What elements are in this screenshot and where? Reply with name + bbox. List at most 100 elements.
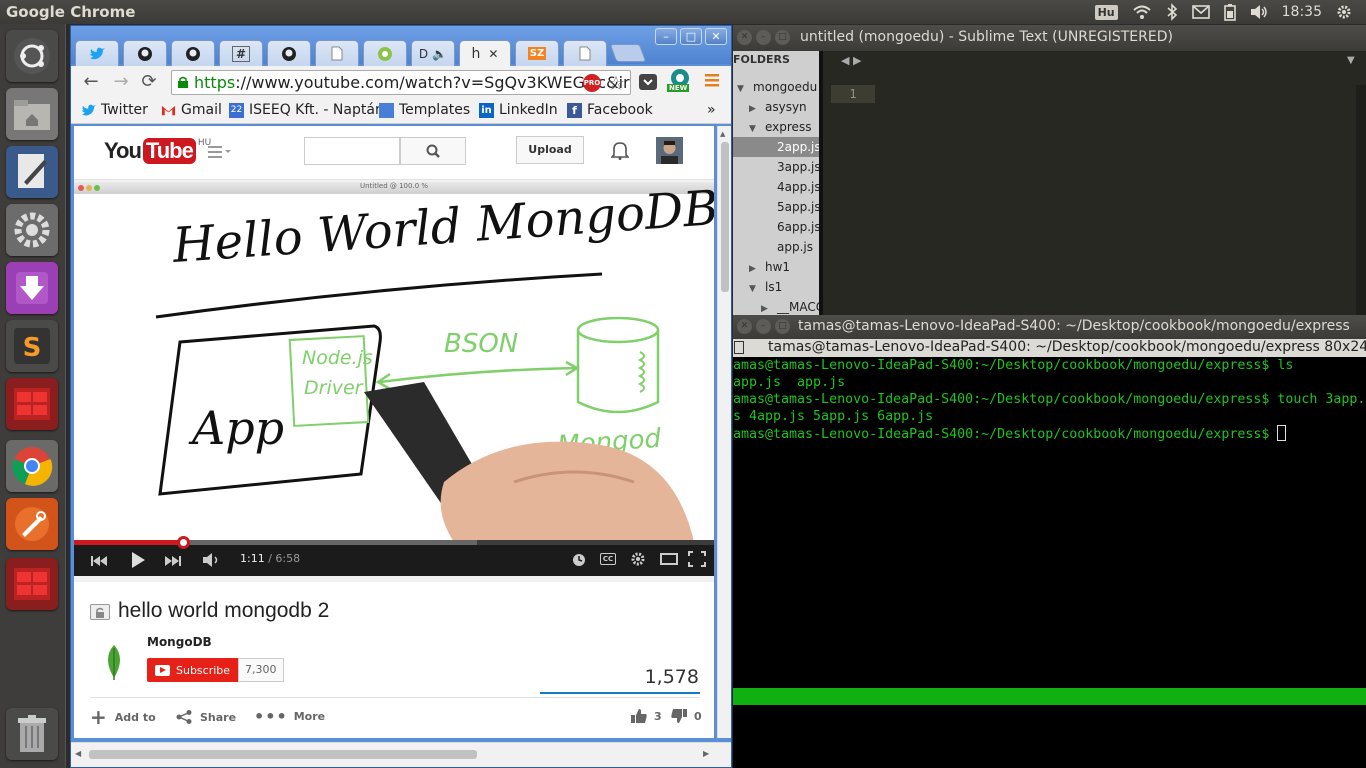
- tab-nav-arrows-icon[interactable]: ◀ ▶: [841, 54, 861, 67]
- chrome-icon[interactable]: [6, 440, 58, 492]
- new-tab-button[interactable]: [609, 44, 647, 62]
- search-button[interactable]: [400, 137, 466, 165]
- add-to-button[interactable]: + Add to: [90, 707, 156, 727]
- subscribe-button[interactable]: Subscribe: [147, 658, 239, 682]
- settings-gear-icon[interactable]: [630, 551, 646, 571]
- channel-name[interactable]: MongoDB: [147, 635, 212, 649]
- watch-later-icon[interactable]: [572, 552, 586, 571]
- next-icon[interactable]: [164, 553, 182, 572]
- tree-item[interactable]: ▶ asysyn: [733, 97, 819, 117]
- pocket-icon[interactable]: [639, 74, 657, 90]
- volume-icon[interactable]: [202, 552, 222, 572]
- theater-mode-icon[interactable]: [660, 553, 678, 565]
- keyboard-layout-indicator[interactable]: Hu: [1094, 4, 1118, 20]
- upload-button[interactable]: Upload: [516, 136, 584, 164]
- ubuntu-dash-icon[interactable]: [6, 30, 58, 82]
- scroll-left-arrow[interactable]: ◀: [75, 749, 81, 758]
- inkscape-icon[interactable]: [6, 498, 58, 550]
- address-bar[interactable]: https://www.youtube.com/watch?v=SgQv3KWE…: [171, 70, 631, 95]
- terminal-icon[interactable]: [6, 378, 58, 430]
- tree-item[interactable]: app.js: [733, 237, 819, 257]
- bookmark-linkedin[interactable]: in LinkedIn: [479, 102, 558, 118]
- tree-item[interactable]: ▶ __MACO: [733, 297, 825, 317]
- guide-menu-icon[interactable]: [208, 144, 234, 163]
- tree-item[interactable]: ▶ hw1: [733, 257, 819, 277]
- files-icon[interactable]: [6, 88, 58, 140]
- video-player[interactable]: Untitled @ 100.0 % Hello World MongoDB A…: [74, 182, 714, 576]
- bookmark-star-icon[interactable]: ☆: [607, 71, 625, 95]
- close-tab-icon[interactable]: ✕: [488, 47, 498, 61]
- progress-bar[interactable]: [74, 536, 714, 549]
- pro-extension-icon[interactable]: PRO: [583, 74, 601, 92]
- editor-scrollbar[interactable]: [1356, 85, 1366, 315]
- notification-bell-icon[interactable]: [610, 140, 630, 164]
- system-settings-icon[interactable]: [6, 204, 58, 256]
- clock[interactable]: 18:35: [1282, 4, 1322, 20]
- tree-item[interactable]: 4app.js: [733, 177, 821, 197]
- collapsed-arrow-icon[interactable]: ▶: [749, 259, 761, 279]
- bookmark-twitter[interactable]: Twitter: [81, 102, 148, 118]
- tree-item[interactable]: ▼ express: [733, 117, 819, 137]
- video-frame[interactable]: Untitled @ 100.0 % Hello World MongoDB A…: [74, 182, 714, 542]
- close-icon[interactable]: ✕: [737, 30, 752, 45]
- tree-item[interactable]: 3app.js: [733, 157, 821, 177]
- vertical-scrollbar[interactable]: ▲: [717, 126, 731, 738]
- bookmark-facebook[interactable]: f Facebook: [567, 102, 653, 118]
- tab-site[interactable]: [363, 40, 407, 66]
- terminal-2-icon[interactable]: [6, 558, 58, 610]
- more-button[interactable]: ••• More: [254, 708, 325, 724]
- previous-icon[interactable]: [90, 553, 108, 572]
- volume-icon[interactable]: [1250, 4, 1268, 20]
- bookmark-templates[interactable]: Templates: [379, 102, 470, 118]
- minimize-icon[interactable]: –: [756, 319, 771, 334]
- expanded-arrow-icon[interactable]: ▼: [737, 79, 749, 99]
- gear-icon[interactable]: [1336, 4, 1352, 20]
- play-icon[interactable]: [130, 551, 146, 573]
- captions-icon[interactable]: CC: [600, 553, 616, 565]
- tab-youtube-active[interactable]: h ✕: [459, 40, 511, 66]
- fullscreen-icon[interactable]: [688, 551, 706, 571]
- back-button[interactable]: ←: [81, 72, 101, 92]
- tab-twitter[interactable]: [75, 40, 119, 66]
- tab-audio[interactable]: D 🔈: [411, 40, 455, 66]
- tab-dropdown-icon[interactable]: ▼: [1347, 55, 1355, 66]
- collapsed-arrow-icon[interactable]: ▶: [749, 99, 761, 119]
- minimize-icon[interactable]: –: [756, 30, 771, 45]
- extension-new-icon[interactable]: NEW: [667, 68, 693, 96]
- expanded-arrow-icon[interactable]: ▼: [749, 119, 761, 139]
- maximize-icon[interactable]: □: [775, 319, 790, 334]
- bookmark-calendar[interactable]: 22 ISEEQ Kft. - Naptár: [229, 102, 381, 118]
- ubuntu-software-icon[interactable]: [6, 262, 58, 314]
- chrome-menu-icon[interactable]: [705, 72, 719, 88]
- maximize-button[interactable]: □: [680, 28, 702, 45]
- bookmarks-overflow[interactable]: »: [707, 102, 716, 118]
- tree-item[interactable]: 2app.js: [733, 137, 821, 157]
- bookmark-gmail[interactable]: Gmail: [161, 102, 222, 118]
- tab-hash[interactable]: #: [219, 40, 263, 66]
- bluetooth-icon[interactable]: [1166, 3, 1178, 21]
- battery-icon[interactable]: [1223, 3, 1236, 21]
- tab-sz[interactable]: SZ: [515, 40, 559, 66]
- sublime-text-icon[interactable]: S: [6, 320, 58, 372]
- tab-document[interactable]: [315, 40, 359, 66]
- tab-document-2[interactable]: [563, 40, 607, 66]
- horizontal-scrollbar[interactable]: ◀ ▶: [71, 742, 731, 767]
- scroll-thumb-horizontal[interactable]: [89, 750, 477, 759]
- tree-item[interactable]: 5app.js: [733, 197, 821, 217]
- like-button[interactable]: 3: [630, 708, 662, 724]
- terminal-tab-title[interactable]: tamas@tamas-Lenovo-IdeaPad-S400: ~/Deskt…: [768, 339, 1366, 355]
- dislike-button[interactable]: 0: [670, 708, 702, 724]
- scroll-thumb[interactable]: [721, 142, 729, 292]
- trash-icon[interactable]: [6, 708, 58, 760]
- editor-pane[interactable]: ◀ ▶ ▼ 1: [823, 51, 1366, 315]
- tree-item[interactable]: ▼ mongoedu: [733, 77, 819, 97]
- scrubber-handle[interactable]: [176, 536, 190, 549]
- minimize-button[interactable]: –: [655, 28, 677, 45]
- forward-button[interactable]: →: [111, 72, 131, 92]
- terminal-output[interactable]: amas@tamas-Lenovo-IdeaPad-S400:~/Desktop…: [733, 357, 1366, 768]
- scroll-up-arrow[interactable]: ▲: [720, 130, 725, 138]
- expanded-arrow-icon[interactable]: ▼: [749, 279, 761, 299]
- reload-button[interactable]: ⟳: [139, 72, 159, 92]
- search-input[interactable]: [304, 137, 400, 165]
- tab-github-3[interactable]: [267, 40, 311, 66]
